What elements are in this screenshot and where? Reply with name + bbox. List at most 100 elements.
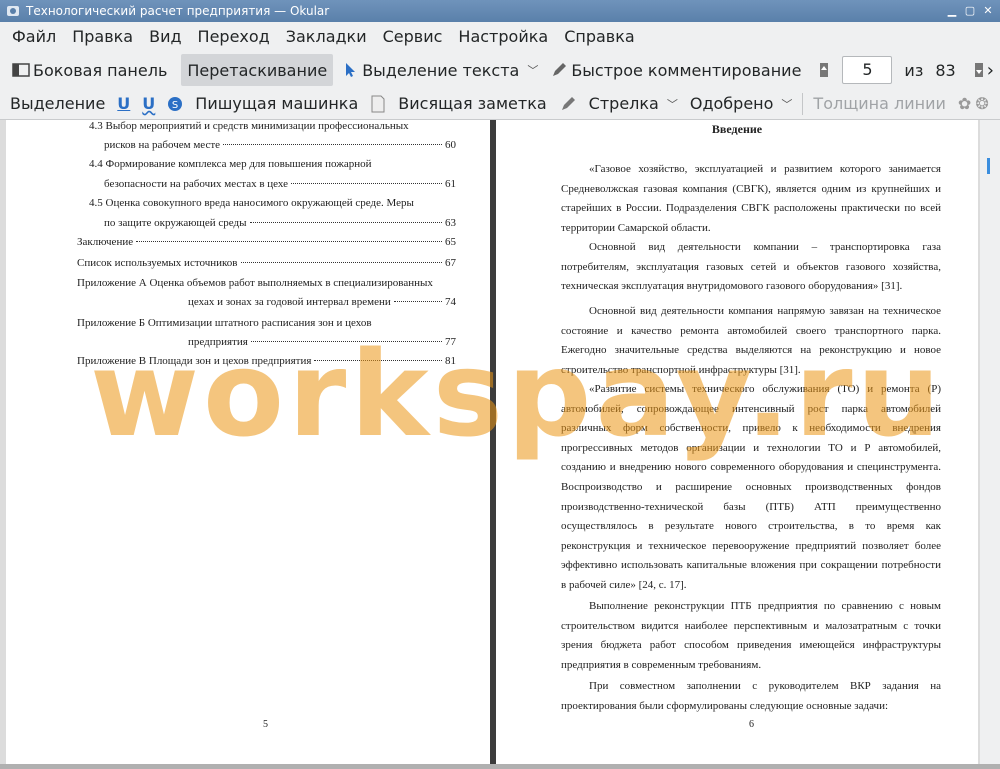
window-title: Технологический расчет предприятия — Oku… xyxy=(26,4,330,18)
paragraph-text: Выполнение реконструкции ПТБ предприятия… xyxy=(561,600,941,671)
menu-edit[interactable]: Правка xyxy=(64,22,141,52)
toc-entry: предприятия 77 xyxy=(188,336,456,348)
section-heading: Введение xyxy=(711,122,763,136)
sticky-note-button[interactable]: Висящая заметка xyxy=(392,94,552,113)
bottom-strip xyxy=(0,764,1000,769)
squiggle-icon[interactable]: U xyxy=(136,94,161,113)
toc-entry: цехах и зонах за годовой интервал времен… xyxy=(188,296,456,308)
sidebar-icon xyxy=(12,61,30,79)
note-icon[interactable] xyxy=(364,95,392,113)
page-5: 4.3 Выбор мероприятий и средств минимиза… xyxy=(6,120,490,769)
cursor-icon xyxy=(341,61,359,79)
drag-mode-label: Перетаскивание xyxy=(187,60,328,80)
chevron-down-icon[interactable]: ﹀ xyxy=(527,62,538,78)
strikeout-icon[interactable]: S xyxy=(161,96,189,112)
title-bar: Технологический расчет предприятия — Oku… xyxy=(0,0,1000,22)
toc-entry-text: Список используемых источников xyxy=(77,257,238,269)
menu-bookmarks[interactable]: Закладки xyxy=(278,22,375,52)
paragraph-text: «Газовое хозяйство, эксплуатацией и разв… xyxy=(561,163,941,234)
toc-entry-page: 60 xyxy=(445,139,456,151)
toc-entry-text: Приложение В Площади зон и цехов предпри… xyxy=(77,355,312,367)
sidebar-button-label: Боковая панель xyxy=(33,60,168,80)
line-width-button[interactable]: Толщина линии xyxy=(807,94,952,113)
page-6: Введение «Газовое хозяйство, эксплуатаци… xyxy=(496,120,978,769)
scrollbar-handle[interactable] xyxy=(987,158,990,174)
menu-tools[interactable]: Сервис xyxy=(375,22,451,52)
underline-icon[interactable]: U xyxy=(111,94,136,113)
page-total: 83 xyxy=(935,60,956,80)
menu-view[interactable]: Вид xyxy=(141,22,189,52)
page-of-label: из xyxy=(904,60,924,80)
paragraph-text: «Развитие системы технического обслужива… xyxy=(561,383,941,591)
text-select-label: Выделение текста xyxy=(362,60,520,80)
sidebar-button[interactable]: Боковая панель xyxy=(6,54,173,86)
toc-entry-text: рисков на рабочем месте xyxy=(104,139,221,151)
toc-entry-page: 81 xyxy=(445,355,456,367)
next-page-icon[interactable] xyxy=(970,61,988,79)
okular-app-icon xyxy=(6,4,20,18)
toolbar-overflow-icon[interactable]: › xyxy=(987,60,994,81)
paragraph-text: При совместном заполнении с руководителе… xyxy=(561,680,941,712)
toc-entry: рисков на рабочем месте 60 xyxy=(104,139,456,151)
minimize-icon[interactable]: ▁ xyxy=(944,3,960,19)
freehand-pen-icon[interactable] xyxy=(553,95,583,113)
drag-mode-button[interactable]: Перетаскивание xyxy=(181,54,334,86)
toc-entry: Заключение 65 xyxy=(77,236,456,248)
paragraph-text: Основной вид деятельности компания напря… xyxy=(561,305,941,376)
vertical-scrollbar[interactable] xyxy=(980,120,1000,769)
toc-entry-text: предприятия xyxy=(188,336,248,348)
toc-entry-text: по защите окружающей среды xyxy=(104,217,247,229)
page-number: 6 xyxy=(749,719,754,730)
annotation-selection[interactable]: Выделение xyxy=(4,94,111,113)
typewriter-button[interactable]: Пишущая машинка xyxy=(189,94,364,113)
paragraph: «Газовое хозяйство, эксплуатацией и разв… xyxy=(561,160,941,238)
paragraph: «Развитие системы технического обслужива… xyxy=(561,380,941,596)
svg-text:S: S xyxy=(172,100,178,111)
page-number-input[interactable]: 5 xyxy=(842,56,893,84)
main-toolbar: Боковая панель Перетаскивание Выделение … xyxy=(0,52,1000,88)
page-number: 5 xyxy=(263,719,268,730)
quick-comment-button[interactable]: Быстрое комментирование xyxy=(544,54,807,86)
toc-entry: Приложение Б Оптимизации штатного распис… xyxy=(77,317,372,329)
menu-go[interactable]: Переход xyxy=(190,22,278,52)
toc-entry: Приложение А Оценка объемов работ выполн… xyxy=(77,277,433,289)
pen-icon xyxy=(550,61,568,79)
toc-entry: безопасности на рабочих местах в цехе 61 xyxy=(104,178,456,190)
toc-entry: Список используемых источников 67 xyxy=(77,257,456,269)
toc-entry: по защите окружающей среды 63 xyxy=(104,217,456,229)
toc-entry-page: 67 xyxy=(445,257,456,269)
toc-entry-page: 65 xyxy=(445,236,456,248)
annotation-toolbar: Выделение U U S Пишущая машинка Висящая … xyxy=(0,88,1000,120)
toc-entry-page: 74 xyxy=(445,296,456,308)
paragraph-text: Основной вид деятельности компании – тра… xyxy=(561,241,941,293)
text-select-button[interactable]: Выделение текста ﹀ xyxy=(335,54,544,86)
chevron-down-icon: ﹀ xyxy=(781,97,793,111)
menu-file[interactable]: Файл xyxy=(4,22,64,52)
quick-comment-label: Быстрое комментирование xyxy=(571,60,802,80)
paragraph: При совместном заполнении с руководителе… xyxy=(561,677,941,716)
menu-help[interactable]: Справка xyxy=(556,22,643,52)
toolbar-separator xyxy=(802,92,804,115)
menu-settings[interactable]: Настройка xyxy=(450,22,556,52)
menu-bar: Файл Правка Вид Переход Закладки Сервис … xyxy=(0,22,1000,52)
chevron-down-icon: ﹀ xyxy=(666,97,678,111)
opacity-icon[interactable]: ❂ xyxy=(969,94,994,113)
toc-entry-page: 61 xyxy=(445,178,456,190)
arrow-button[interactable]: Стрелка ﹀ xyxy=(583,94,684,113)
maximize-icon[interactable]: ▢ xyxy=(962,3,978,19)
toc-entry-text: безопасности на рабочих местах в цехе xyxy=(104,178,289,190)
close-icon[interactable]: ✕ xyxy=(980,3,996,19)
toc-entry: 4.5 Оценка совокупного вреда наносимого … xyxy=(89,197,414,209)
arrow-button-label: Стрелка xyxy=(588,94,659,113)
stamp-button[interactable]: Одобрено ﹀ xyxy=(684,94,799,113)
paragraph: Выполнение реконструкции ПТБ предприятия… xyxy=(561,597,941,675)
toc-entry-page: 77 xyxy=(445,336,456,348)
toc-entry: 4.3 Выбор мероприятий и средств минимиза… xyxy=(89,120,409,132)
toc-entry-text: Заключение xyxy=(77,236,134,248)
previous-page-icon[interactable] xyxy=(815,61,833,79)
toc-entry: 4.4 Формирование комплекса мер для повыш… xyxy=(89,158,372,170)
paragraph: Основной вид деятельности компания напря… xyxy=(561,302,941,380)
paragraph: Основной вид деятельности компании – тра… xyxy=(561,238,941,297)
document-view[interactable]: 4.3 Выбор мероприятий и средств минимиза… xyxy=(0,120,1000,769)
stamp-button-label: Одобрено xyxy=(689,94,774,113)
